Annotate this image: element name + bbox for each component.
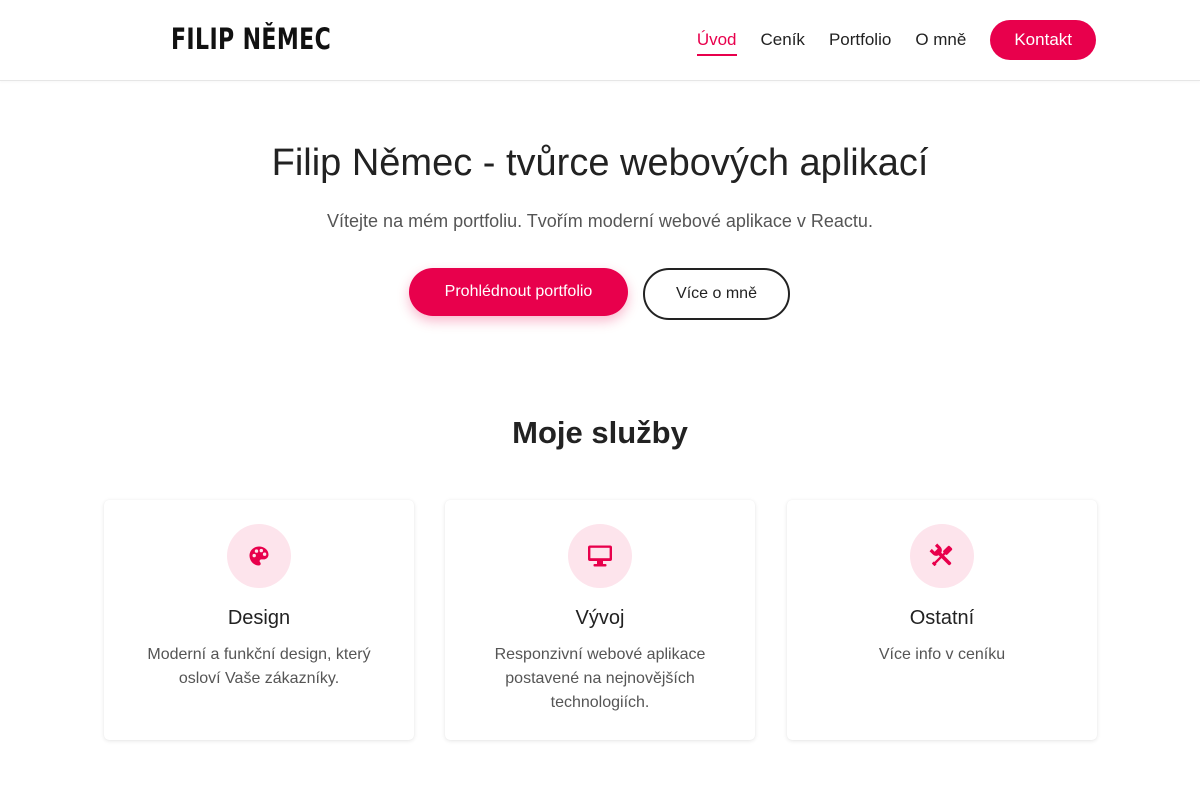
nav-link-cenik[interactable]: Ceník	[761, 20, 805, 60]
service-card-development: Vývoj Responzivní webové aplikace postav…	[445, 500, 755, 740]
services-title: Moje služby	[512, 415, 688, 450]
service-description: Více info v ceníku	[878, 646, 1006, 663]
nav-link-portfolio[interactable]: Portfolio	[829, 20, 891, 60]
desktop-icon	[568, 524, 632, 588]
hero-title: Filip Němec - tvůrce webových aplikací	[271, 142, 929, 184]
about-me-button[interactable]: Více o mně	[643, 268, 790, 320]
service-card-other: Ostatní Více info v ceníku	[787, 500, 1097, 740]
service-description: Responzivní webové aplikace postavené na…	[494, 646, 706, 711]
hero-subtitle: Vítejte na mém portfoliu. Tvořím moderní…	[327, 211, 873, 231]
site-header: FILIP NĚMEC Úvod Ceník Portfolio O mně K…	[0, 0, 1200, 81]
palette-icon	[227, 524, 291, 588]
service-description: Moderní a funkční design, který osloví V…	[147, 646, 371, 687]
service-title: Ostatní	[909, 607, 975, 629]
nav-link-o-mne[interactable]: O mně	[915, 20, 966, 60]
contact-button[interactable]: Kontakt	[990, 20, 1096, 60]
service-card-design: Design Moderní a funkční design, který o…	[104, 500, 414, 740]
view-portfolio-button[interactable]: Prohlédnout portfolio	[409, 268, 628, 316]
service-title: Design	[227, 607, 291, 629]
service-title: Vývoj	[575, 607, 625, 629]
tools-icon	[910, 524, 974, 588]
site-logo[interactable]: FILIP NĚMEC	[171, 20, 331, 58]
nav-link-uvod[interactable]: Úvod	[696, 20, 737, 60]
main-nav: Úvod Ceník Portfolio O mně Kontakt	[696, 20, 1096, 60]
